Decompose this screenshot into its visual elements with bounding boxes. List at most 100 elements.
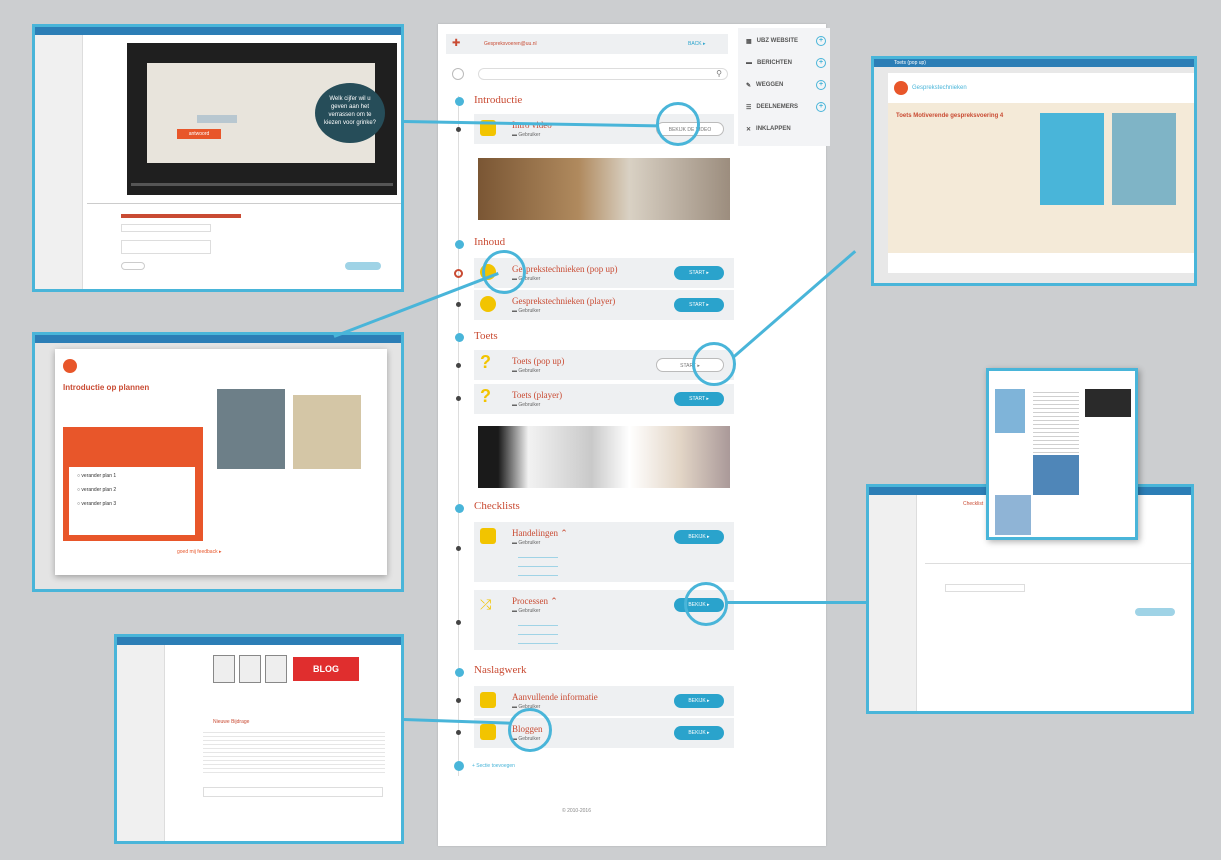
video-player[interactable]: Welk cijfer wil u geven aan het verrasse… — [127, 43, 397, 195]
item-sub: ▬ Gebruiker — [512, 368, 541, 374]
back-button[interactable]: BACK ▸ — [688, 41, 706, 47]
item-title: Processen ⌃ — [512, 596, 558, 606]
home-icon[interactable]: ✚ — [452, 38, 460, 49]
item-sub: ▬ Gebruiker — [512, 132, 541, 138]
highlight-toets-button — [692, 342, 736, 386]
timeline-dot — [456, 546, 461, 551]
start-button[interactable]: START ▸ — [674, 392, 724, 406]
item-title: Gespreks­technieken (pop up) — [512, 264, 618, 274]
timeline-dot-active — [454, 269, 463, 278]
timeline-dot — [456, 396, 461, 401]
video-progress-bar[interactable] — [131, 183, 393, 186]
blog-banner: BLOG — [213, 655, 363, 683]
item-aanvullende-informatie[interactable]: Aanvullende informatie ▬ Gebruiker BEKIJ… — [474, 686, 734, 716]
comment-input[interactable] — [121, 224, 211, 232]
side-menu-item-website[interactable]: ▦ UBZ WEBSITE + — [746, 34, 826, 48]
view-button[interactable]: BEKIJK ▸ — [674, 694, 724, 708]
item-handelingen[interactable]: Handelingen ⌃ ▬ Gebruiker BEKIJK ▸ — [474, 522, 734, 582]
timeline-dot — [456, 730, 461, 735]
option-2[interactable]: ○ verander plan 2 — [77, 487, 187, 493]
section-title-introductie: Introductie — [474, 94, 523, 106]
item-toets-player[interactable]: ? Toets (player) ▬ Gebruiker START ▸ — [474, 384, 734, 414]
timeline-dot — [456, 302, 461, 307]
section-title-checklists: Checklists — [474, 500, 520, 512]
timeline-dot — [456, 698, 461, 703]
view-button[interactable]: BEKIJK ▸ — [674, 530, 724, 544]
window-sidebar — [869, 495, 917, 711]
start-button[interactable]: START ▸ — [674, 298, 724, 312]
item-sub: ▬ Gebruiker — [512, 540, 541, 546]
comment-form — [87, 203, 401, 287]
shuffle-icon: ⤮ — [480, 596, 492, 612]
toets-card: Gesprekstechnieken Toets Motiverende ges… — [888, 73, 1194, 273]
avatar[interactable] — [452, 68, 464, 80]
window-titlebar — [35, 335, 401, 343]
blog-reply-input[interactable] — [203, 787, 383, 797]
popup-card: Introductie op plannen ○ verander plan 1… — [55, 349, 387, 575]
start-button[interactable]: START ▸ — [674, 266, 724, 280]
side-menu-item-deelnemers[interactable]: ☰ DEELNEMERS + — [746, 100, 826, 114]
search-icon: ⚲ — [716, 69, 722, 78]
video-answer-button-2[interactable]: antwoord — [177, 129, 221, 139]
side-menu-item-berichten[interactable]: ▬ BERICHTEN + — [746, 56, 826, 70]
submit-button[interactable] — [345, 262, 381, 270]
view-button[interactable]: BEKIJK ▸ — [674, 726, 724, 740]
toets-photo-banner — [478, 426, 730, 488]
blog-section-title: Nieuwe Bijdrage — [213, 719, 250, 725]
video-answer-button-1[interactable] — [197, 115, 237, 123]
highlight-video-button — [656, 102, 700, 146]
section-dot — [455, 333, 464, 342]
option-3[interactable]: ○ verander plan 3 — [77, 501, 187, 507]
item-title: Toets (pop up) — [512, 356, 565, 366]
checklist-submit[interactable] — [1135, 608, 1175, 616]
side-menu-item-inklappen[interactable]: ✕ INKLAPPEN — [746, 122, 791, 136]
add-section-link[interactable]: + Sectie toevoegen — [472, 763, 515, 769]
item-title: Toets (player) — [512, 390, 563, 400]
connector-checklist — [726, 601, 866, 604]
checklist-form — [925, 563, 1191, 623]
page-footer: © 2010-2016 — [562, 808, 591, 814]
add-section-icon[interactable] — [454, 761, 464, 771]
item-title: Gesprekstechnieken (player) — [512, 296, 616, 306]
window-sidebar — [117, 645, 165, 841]
toets-popup-window: Toets (pop up) Gesprekstechnieken Toets … — [871, 56, 1197, 286]
toets-brand: Gesprekstechnieken — [912, 85, 967, 91]
highlight-processen-button — [684, 582, 728, 626]
edit-icon — [480, 724, 496, 740]
course-topbar: ✚ Gespreksvoeren@uu.nl BACK ▸ — [446, 34, 728, 54]
cancel-button[interactable] — [121, 262, 145, 270]
toets-window-title: Toets (pop up) — [894, 60, 926, 66]
collage-background: { "center_page": { "topbar_text": "Gespr… — [0, 0, 1221, 860]
blog-post — [203, 729, 385, 775]
blog-popup-window: BLOG Nieuwe Bijdrage — [114, 634, 404, 844]
side-menu: ▦ UBZ WEBSITE + ▬ BERICHTEN + ✎ WEGGEN + ☰ DEEL… — [738, 28, 830, 146]
sub-links — [518, 620, 558, 646]
blog-button[interactable]: BLOG — [293, 657, 359, 681]
video-popup-window: Welk cijfer wil u geven aan het verrasse… — [32, 24, 404, 292]
question-box: ○ verander plan 1 ○ verander plan 2 ○ ve… — [63, 427, 203, 541]
search-input[interactable]: ⚲ — [478, 68, 728, 80]
timeline-dot — [456, 127, 461, 132]
highlight-bloggen-icon — [508, 708, 552, 752]
checklist-input[interactable] — [945, 584, 1025, 592]
comment-textarea[interactable] — [121, 240, 211, 254]
checklist-title: Checklist — [963, 501, 984, 507]
question-icon: ? — [480, 386, 491, 406]
item-title: Handelingen ⌃ — [512, 528, 568, 538]
window-sidebar — [35, 35, 83, 289]
intro-photo — [217, 389, 285, 469]
toets-heading: Toets Motiverende gespreksvoering 4 — [896, 113, 1004, 119]
side-menu-item-weggen[interactable]: ✎ WEGGEN + — [746, 78, 826, 92]
feedback-link[interactable]: goed mij feedback ▸ — [177, 549, 221, 555]
toets-tile-2[interactable] — [1112, 113, 1176, 205]
toets-tile-1[interactable] — [1040, 113, 1104, 205]
topbar-email: Gespreksvoeren@uu.nl — [484, 41, 537, 47]
section-dot — [455, 668, 464, 677]
option-1[interactable]: ○ verander plan 1 — [77, 473, 187, 479]
window-titlebar — [35, 27, 401, 35]
item-gespreks-player[interactable]: Gesprekstechnieken (player) ▬ Gebruiker … — [474, 290, 734, 320]
video-speech-bubble: Welk cijfer wil u geven aan het verrasse… — [315, 83, 385, 143]
intro-title: Introductie op plannen — [63, 383, 150, 392]
section-title-inhoud: Inhoud — [474, 236, 506, 248]
item-sub: ▬ Gebruiker — [512, 308, 541, 314]
